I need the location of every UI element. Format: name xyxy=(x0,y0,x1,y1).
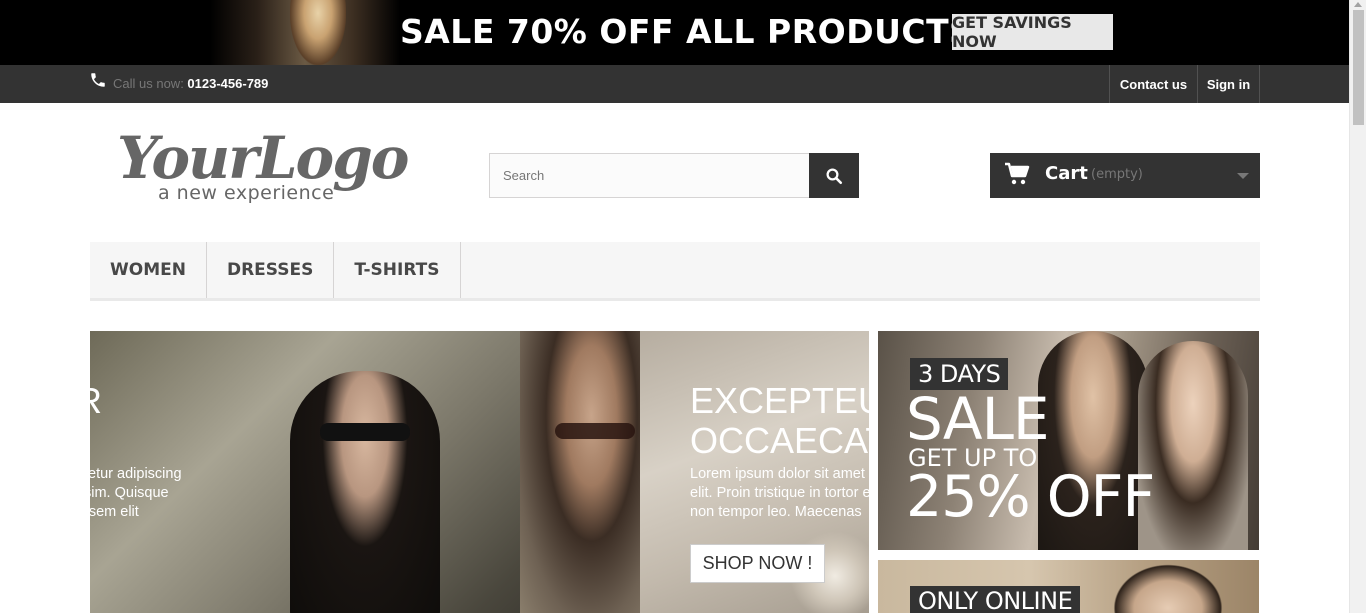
chevron-down-icon xyxy=(1237,173,1249,179)
menu-item-women[interactable]: Women xyxy=(90,242,207,298)
search-button[interactable] xyxy=(809,153,859,198)
sunglasses-image xyxy=(320,423,410,441)
only-online-banner[interactable]: ONLY ONLINE xyxy=(878,560,1259,613)
banner-model-woman xyxy=(1138,341,1248,550)
banner-only-online-label: ONLY ONLINE xyxy=(910,586,1081,613)
page: SALE 70% OFF ALL PRODUCTS GET SAVINGS NO… xyxy=(0,0,1366,613)
get-savings-button[interactable]: GET SAVINGS NOW xyxy=(952,13,1113,51)
promo-text: SALE 70% OFF ALL PRODUCTS xyxy=(400,12,974,51)
phone-number: 0123-456-789 xyxy=(187,76,269,91)
call-us-text: Call us now: 0123-456-789 xyxy=(113,76,268,91)
search-input[interactable] xyxy=(489,153,810,198)
cart-status: (empty) xyxy=(1091,167,1143,182)
slide-model-man xyxy=(520,331,640,613)
page-scrollbar[interactable] xyxy=(1349,0,1366,613)
contact-us-link[interactable]: Contact us xyxy=(1109,65,1197,103)
scrollbar-thumb[interactable] xyxy=(1353,10,1364,125)
homepage-slider[interactable]: UR T , consectetur adipiscing et digniss… xyxy=(90,331,869,613)
shopping-cart-icon xyxy=(1005,162,1030,185)
menu-item-dresses[interactable]: Dresses xyxy=(207,242,335,298)
slide-excepteur: EXCEPTEU OCCAECAT Lorem ipsum dolor sit … xyxy=(640,331,869,613)
promo-model-image xyxy=(290,0,346,65)
site-logo[interactable]: YourLogo a new experience xyxy=(112,124,409,214)
banner-sale-heading: SALE xyxy=(906,385,1050,453)
banner-model-woman xyxy=(1108,560,1228,613)
main-menu: Women Dresses T-shirts xyxy=(90,242,1260,301)
sale-banner[interactable]: 3 DAYS SALE GET UP TO 25% OFF xyxy=(878,331,1259,550)
menu-item-tshirts[interactable]: T-shirts xyxy=(334,242,461,298)
search-icon xyxy=(826,168,843,184)
call-label: Call us now: xyxy=(113,76,188,91)
slide-model-woman xyxy=(290,371,440,613)
sunglasses-image xyxy=(555,423,635,439)
banner-discount-text: 25% OFF xyxy=(906,464,1155,530)
cart-button[interactable]: Cart (empty) xyxy=(990,153,1260,198)
logo-tagline: a new experience xyxy=(158,182,335,204)
slide-title: UR T xyxy=(90,381,102,461)
slide-title: EXCEPTEU OCCAECAT xyxy=(690,380,869,461)
slide-body: , consectetur adipiscing et dignissim. Q… xyxy=(90,466,182,520)
slide-couple-sunglasses: UR T , consectetur adipiscing et digniss… xyxy=(90,331,640,613)
top-nav-bar: Call us now: 0123-456-789 Contact us Sig… xyxy=(0,65,1349,103)
promo-banner[interactable]: SALE 70% OFF ALL PRODUCTS GET SAVINGS NO… xyxy=(0,0,1349,65)
slide-body: Lorem ipsum dolor sit amet elit. Proin t… xyxy=(690,466,869,520)
shop-now-button[interactable]: SHOP NOW ! xyxy=(690,544,825,583)
cart-label: Cart xyxy=(1045,163,1088,184)
sign-in-link[interactable]: Sign in xyxy=(1197,65,1260,103)
scroll-up-arrow-icon[interactable] xyxy=(1354,2,1362,7)
phone-icon xyxy=(91,73,105,87)
